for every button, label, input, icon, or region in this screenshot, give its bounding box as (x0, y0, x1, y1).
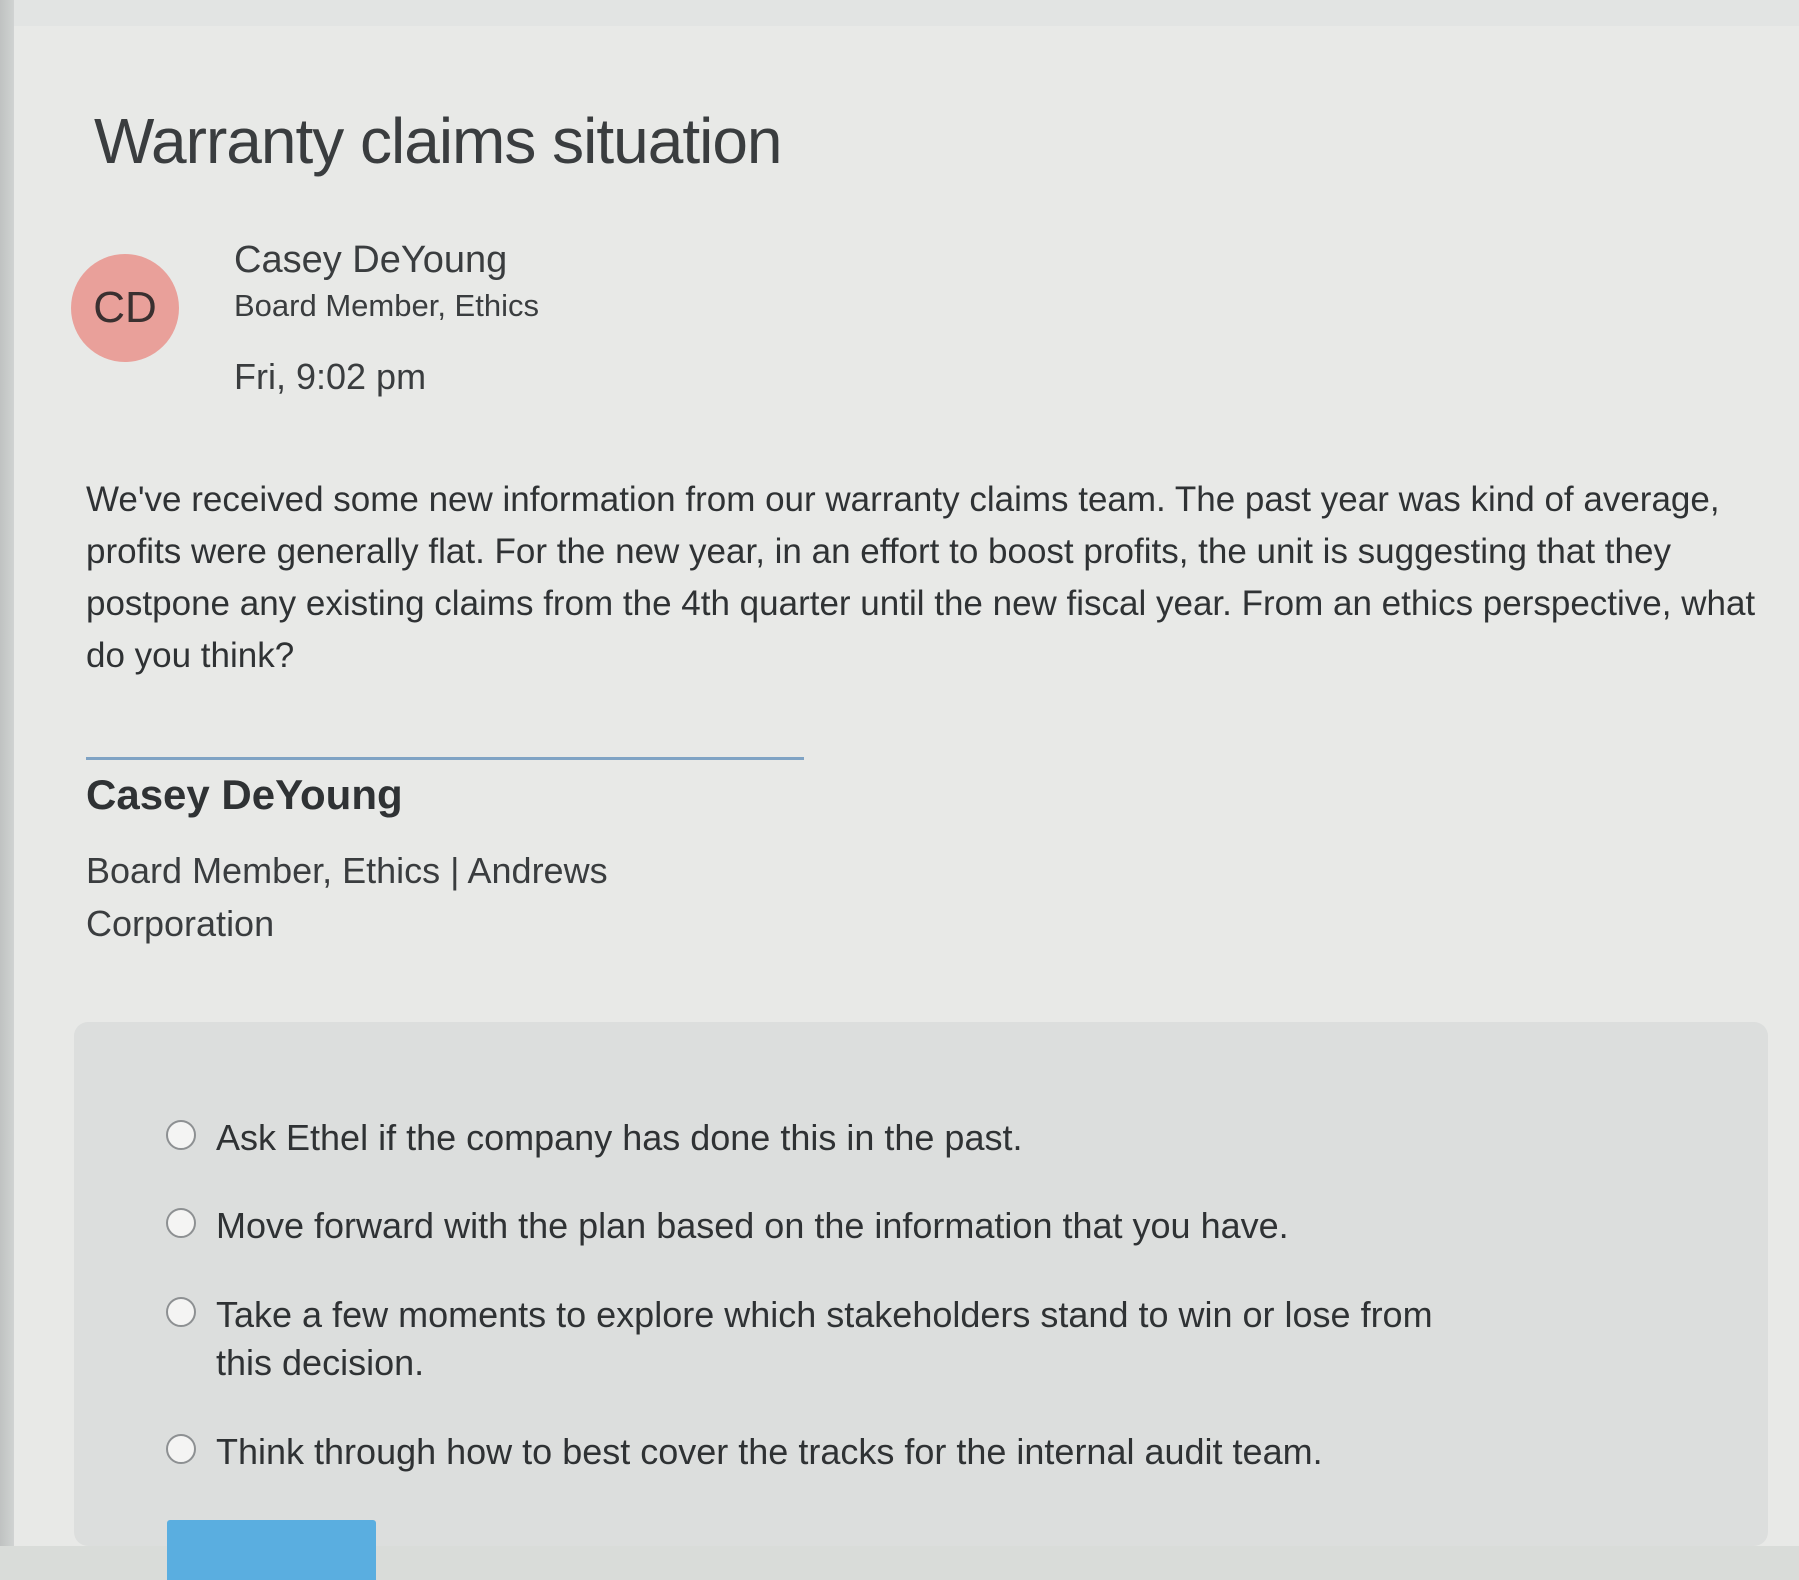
submit-button[interactable] (167, 1520, 376, 1580)
message-body: We've received some new information from… (86, 480, 1756, 675)
option-cover-tracks[interactable]: Think through how to best cover the trac… (166, 1428, 1566, 1476)
option-ask-ethel[interactable]: Ask Ethel if the company has done this i… (166, 1114, 1566, 1162)
radio-button[interactable] (166, 1297, 196, 1327)
option-label: Take a few moments to explore which stak… (216, 1294, 1433, 1383)
message-timestamp: Fri, 9:02 pm (234, 356, 427, 397)
radio-button[interactable] (166, 1434, 196, 1464)
sender-name: Casey DeYoung (234, 239, 508, 281)
radio-button[interactable] (166, 1208, 196, 1238)
option-explore-stakeholders[interactable]: Take a few moments to explore which stak… (166, 1291, 1466, 1387)
page-title: Warranty claims situation (94, 105, 782, 177)
option-label: Move forward with the plan based on the … (216, 1205, 1289, 1246)
option-move-forward[interactable]: Move forward with the plan based on the … (166, 1202, 1566, 1250)
radio-button[interactable] (166, 1120, 196, 1150)
left-scroll-edge (0, 0, 14, 1546)
options-panel: Ask Ethel if the company has done this i… (74, 1022, 1768, 1546)
sender-role: Board Member, Ethics (234, 288, 539, 323)
option-label: Ask Ethel if the company has done this i… (216, 1117, 1023, 1158)
option-label: Think through how to best cover the trac… (216, 1431, 1323, 1472)
signature-divider (86, 757, 804, 760)
top-strip (0, 0, 1799, 26)
signature-title: Board Member, Ethics | Andrews Corporati… (86, 850, 608, 944)
avatar: CD (71, 254, 179, 362)
signature-name: Casey DeYoung (86, 771, 403, 818)
